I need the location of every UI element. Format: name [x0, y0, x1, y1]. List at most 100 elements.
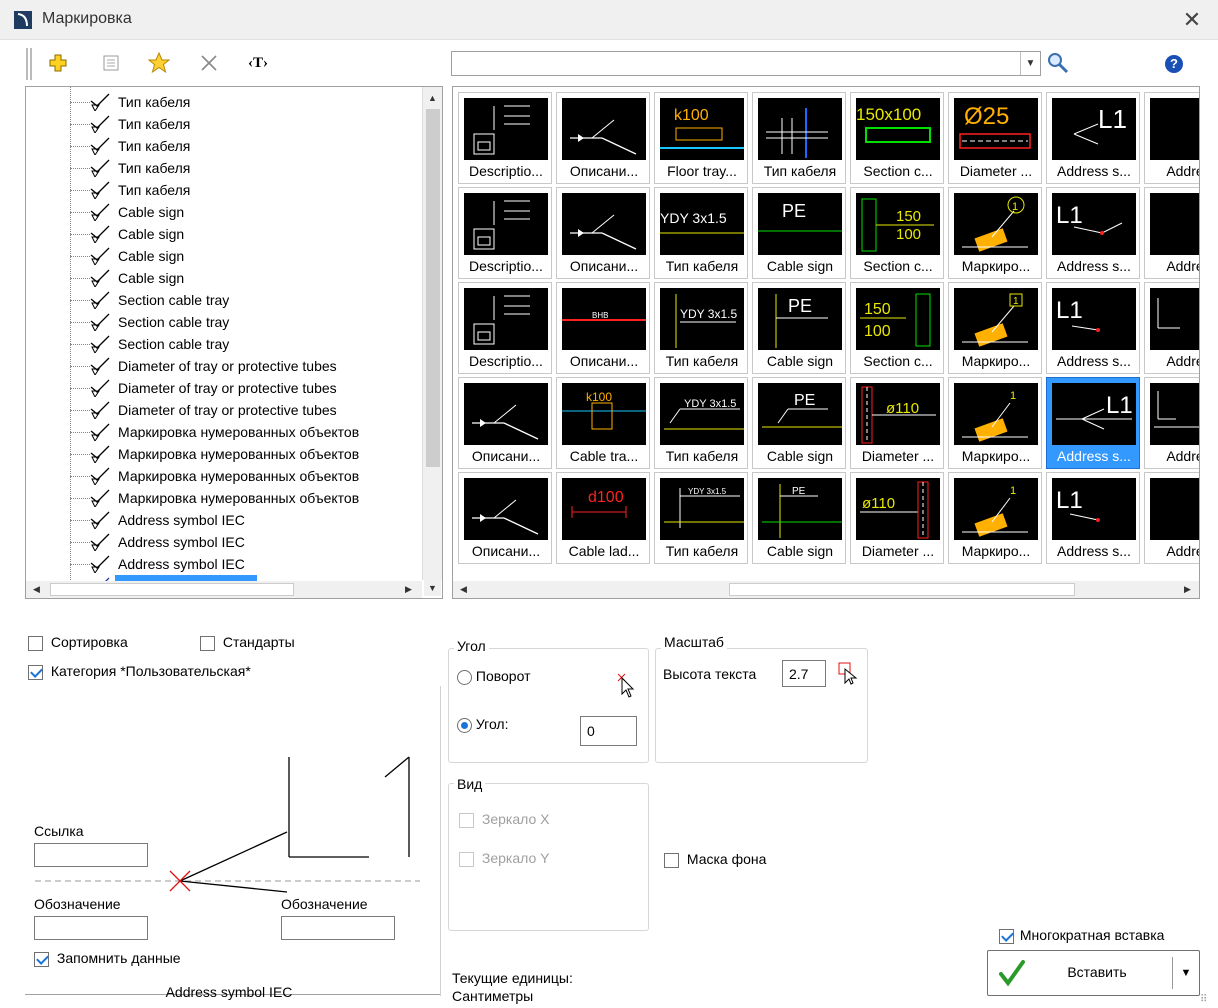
symbol-thumbnail[interactable]: L1 Address s...	[1046, 472, 1140, 564]
tree-item[interactable]: Diameter of tray or protective tubes	[26, 355, 422, 377]
symbol-thumbnail[interactable]: Address	[1144, 377, 1199, 469]
symbol-thumbnail[interactable]: PE Cable sign	[752, 377, 846, 469]
mirror-x-box[interactable]	[459, 812, 474, 828]
symbol-thumbnail[interactable]: 1 Маркиро...	[948, 472, 1042, 564]
multi-insert-checkbox[interactable]: Многократная вставка	[999, 927, 1164, 944]
angle-radio-dot[interactable]	[457, 717, 472, 733]
standards-checkbox[interactable]: Стандарты	[200, 634, 295, 651]
gallery-horizontal-scrollbar[interactable]: ◀ ▶	[453, 581, 1199, 598]
tree-item[interactable]: Section cable tray	[26, 311, 422, 333]
background-mask-checkbox[interactable]: Маска фона	[664, 851, 766, 868]
tree-item[interactable]: Cable sign	[26, 201, 422, 223]
symbol-thumbnail[interactable]: Ø25 Diameter ...	[948, 92, 1042, 184]
tree-item[interactable]: Diameter of tray or protective tubes	[26, 377, 422, 399]
pick-height-icon[interactable]	[837, 661, 861, 685]
resize-grip-icon[interactable]: ⠿	[1200, 994, 1214, 1006]
tree-item[interactable]: Маркировка нумерованных объектов	[26, 465, 422, 487]
designation-right-input[interactable]	[281, 916, 395, 940]
designation-left-input[interactable]	[34, 916, 148, 940]
symbol-thumbnail[interactable]: 1 Маркиро...	[948, 187, 1042, 279]
angle-input[interactable]	[580, 716, 637, 746]
scroll-left-icon[interactable]: ◀	[28, 581, 45, 598]
gallery-hscroll-thumb[interactable]	[729, 583, 1075, 596]
insert-dropdown-icon[interactable]: ▼	[1176, 963, 1196, 983]
symbol-thumbnail[interactable]: ø110 Diameter ...	[850, 472, 944, 564]
symbol-thumbnail[interactable]: 150 100 Section c...	[850, 187, 944, 279]
symbol-thumbnail[interactable]: 150x100 Section c...	[850, 92, 944, 184]
symbol-thumbnail[interactable]: 1 Маркиро...	[948, 282, 1042, 374]
angle-radio[interactable]: Угол:	[457, 716, 509, 733]
scroll-left-icon[interactable]: ◀	[455, 581, 472, 598]
tree-item[interactable]: Маркировка нумерованных объектов	[26, 443, 422, 465]
rotation-radio-dot[interactable]	[457, 669, 472, 685]
category-tree[interactable]: Тип кабеля Тип кабеля Тип кабеля Тип кабеля…	[25, 86, 443, 599]
scroll-down-icon[interactable]: ▼	[424, 579, 441, 596]
symbol-thumbnail[interactable]: BHB Описани...	[556, 282, 650, 374]
close-icon[interactable]: ✕	[1180, 8, 1204, 32]
mirror-y-box[interactable]	[459, 851, 474, 867]
tree-item[interactable]: Address symbol IEC	[26, 509, 422, 531]
symbol-thumbnail[interactable]: Тип кабеля	[752, 92, 846, 184]
symbol-gallery[interactable]: Descriptio... Описани... k100 Floor tray...…	[452, 86, 1200, 599]
search-input[interactable]	[452, 52, 1012, 75]
symbol-thumbnail[interactable]: YDY 3x1.5 Тип кабеля	[654, 187, 748, 279]
tree-item[interactable]: Cable sign	[26, 223, 422, 245]
category-checkbox-box[interactable]	[28, 664, 43, 680]
tree-item[interactable]: Тип кабеля	[26, 113, 422, 135]
tree-item[interactable]: Address symbol IEC	[26, 553, 422, 575]
symbol-thumbnail[interactable]: L1 Address s...	[1046, 92, 1140, 184]
rotation-radio[interactable]: Поворот	[457, 668, 530, 685]
tree-item[interactable]: Тип кабеля	[26, 179, 422, 201]
standards-checkbox-box[interactable]	[200, 635, 215, 651]
symbol-thumbnail[interactable]: Address	[1144, 472, 1199, 564]
symbol-thumbnail[interactable]: YDY 3x1.5 Тип кабеля	[654, 377, 748, 469]
symbol-thumbnail[interactable]: Address	[1144, 187, 1199, 279]
tree-item[interactable]: Тип кабеля	[26, 135, 422, 157]
symbol-thumbnail[interactable]: Описани...	[458, 472, 552, 564]
tree-item[interactable]: Diameter of tray or protective tubes	[26, 399, 422, 421]
scroll-right-icon[interactable]: ▶	[400, 581, 417, 598]
symbol-thumbnail[interactable]: PE Cable sign	[752, 187, 846, 279]
pick-angle-icon[interactable]	[616, 672, 638, 700]
symbol-thumbnail[interactable]: d100 Cable lad...	[556, 472, 650, 564]
tree-item[interactable]: Cable sign	[26, 245, 422, 267]
symbol-thumbnail[interactable]: Address	[1144, 92, 1199, 184]
remember-checkbox-box[interactable]	[34, 951, 49, 967]
tree-vertical-scrollbar[interactable]: ▲ ▼	[422, 87, 442, 596]
symbol-thumbnail[interactable]: Address	[1144, 282, 1199, 374]
link-input[interactable]	[34, 843, 148, 867]
properties-icon[interactable]	[95, 48, 127, 78]
sort-checkbox-box[interactable]	[28, 635, 43, 651]
symbol-thumbnail[interactable]: Описани...	[458, 377, 552, 469]
background-mask-box[interactable]	[664, 852, 679, 868]
tree-item[interactable]: Cable sign	[26, 267, 422, 289]
insert-button[interactable]: Вставить ▼	[987, 950, 1200, 996]
symbol-thumbnail[interactable]: L1 Address s...	[1046, 377, 1140, 469]
mirror-x-checkbox[interactable]: Зеркало X	[459, 811, 549, 828]
symbol-thumbnail[interactable]: YDY 3x1.5 Тип кабеля	[654, 282, 748, 374]
search-combobox[interactable]: ▼	[451, 51, 1041, 76]
remember-data-checkbox[interactable]: Запомнить данные	[34, 950, 181, 967]
symbol-thumbnail[interactable]: L1 Address s...	[1046, 282, 1140, 374]
help-icon[interactable]: ?	[1165, 55, 1183, 73]
symbol-thumbnail[interactable]: YDY 3x1.5 Тип кабеля	[654, 472, 748, 564]
text-style-icon[interactable]: ‹T›	[242, 48, 274, 78]
symbol-thumbnail[interactable]: ø110 Diameter ...	[850, 377, 944, 469]
symbol-thumbnail[interactable]: PE Cable sign	[752, 472, 846, 564]
favorite-star-icon[interactable]	[143, 48, 175, 78]
symbol-thumbnail[interactable]: Descriptio...	[458, 282, 552, 374]
symbol-thumbnail[interactable]: Descriptio...	[458, 187, 552, 279]
tree-item[interactable]: Section cable tray	[26, 333, 422, 355]
symbol-thumbnail[interactable]: L1 Address s...	[1046, 187, 1140, 279]
symbol-thumbnail[interactable]: Descriptio...	[458, 92, 552, 184]
multi-insert-box[interactable]	[999, 928, 1014, 944]
symbol-thumbnail[interactable]: 1 Маркиро...	[948, 377, 1042, 469]
chevron-down-icon[interactable]: ▼	[1020, 52, 1040, 75]
tree-scroll-thumb[interactable]	[426, 109, 440, 467]
category-checkbox[interactable]: Категория *Пользовательская*	[28, 663, 251, 680]
add-icon[interactable]	[42, 48, 74, 78]
symbol-thumbnail[interactable]: k100 Floor tray...	[654, 92, 748, 184]
tree-item[interactable]: Тип кабеля	[26, 91, 422, 113]
search-icon[interactable]	[1046, 51, 1070, 75]
symbol-thumbnail[interactable]: 150 100 Section c...	[850, 282, 944, 374]
